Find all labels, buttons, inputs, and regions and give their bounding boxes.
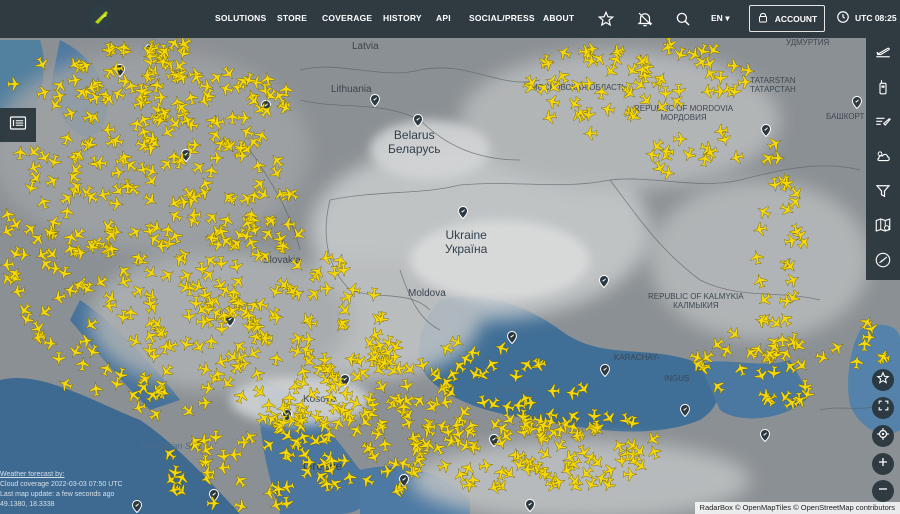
star-icon <box>876 370 890 390</box>
plane-wind-button[interactable] <box>866 107 900 142</box>
label-black-sea: Black Sea <box>494 384 535 394</box>
label-belarus-native: Беларусь <box>388 141 441 156</box>
label-mordovia-en: REPUBLIC OF MORDOVIA <box>634 104 734 113</box>
label-lithuania: Lithuania <box>331 84 372 95</box>
language-selector[interactable]: EN ▾ <box>711 13 729 24</box>
last-update-text: Last map update: a few seconds ago <box>0 491 115 498</box>
label-ukraine-en: Ukraine <box>445 228 487 242</box>
airport-pin-icon[interactable] <box>370 94 380 107</box>
map-layers-icon <box>874 216 892 239</box>
label-mordovia: REPUBLIC OF MORDOVIA МОРДОВИЯ <box>634 104 733 122</box>
flight-map[interactable]: Latvia Lithuania Belarus Беларусь Ukrain… <box>0 0 900 514</box>
radarbox-logo[interactable] <box>88 5 114 31</box>
utc-clock: UTC 08:25 <box>836 10 897 26</box>
zoom-in-icon <box>877 455 889 473</box>
airport-pin-icon[interactable] <box>507 331 517 344</box>
zoom-in-button[interactable] <box>872 453 894 475</box>
airport-pin-icon[interactable] <box>761 124 771 137</box>
list-panel-icon <box>9 115 27 136</box>
nav-about[interactable]: ABOUT <box>543 13 574 23</box>
star-icon[interactable] <box>597 10 615 28</box>
airport-pin-icon[interactable] <box>680 404 690 417</box>
fullscreen-button[interactable] <box>872 397 894 419</box>
clock-icon <box>836 10 850 26</box>
fullscreen-icon <box>877 399 890 417</box>
search-icon[interactable] <box>674 10 692 28</box>
chevron-down-icon: ▾ <box>725 13 730 23</box>
airport-pin-icon[interactable] <box>413 114 423 127</box>
weather-info: Weather forecast by: Cloud coverage 2022… <box>0 470 123 510</box>
label-belarus: Belarus Беларусь <box>388 128 441 157</box>
nav-store[interactable]: STORE <box>277 13 307 23</box>
locate-button[interactable] <box>872 425 894 447</box>
list-panel-button[interactable] <box>0 108 36 142</box>
airport-pin-icon[interactable] <box>132 500 142 513</box>
right-toolbar <box>866 38 900 280</box>
label-belarus-en: Belarus <box>393 128 435 142</box>
label-ukraine-native: Україна <box>445 241 488 256</box>
plane-departure-button[interactable] <box>866 38 900 73</box>
label-ukraine: Ukraine Україна <box>445 228 488 257</box>
nav-social-press[interactable]: SOCIAL/PRESS <box>469 13 535 23</box>
label-kalmykia: REPUBLIC OF KALMYKIA КАЛМЫКИЯ <box>648 292 744 310</box>
walkie-talkie-icon <box>874 78 892 101</box>
filter-icon <box>874 182 892 205</box>
account-label: ACCOUNT <box>774 13 818 24</box>
locate-icon <box>876 427 890 446</box>
weather-button[interactable] <box>866 142 900 177</box>
language-label: EN <box>711 13 723 23</box>
label-latvia: Latvia <box>352 41 379 52</box>
airport-pin-icon[interactable] <box>600 364 610 377</box>
top-navigation-bar: SOLUTIONS STORE COVERAGE HISTORY API SOC… <box>0 0 900 38</box>
label-ingush: INGUS <box>664 374 690 383</box>
cloud-coverage-text: Cloud coverage 2022-03-03 07:50 UTC <box>0 481 123 488</box>
label-tatarstan-en: TATARSTAN <box>750 76 796 85</box>
label-kalmykia-en: REPUBLIC OF KALMYKIA <box>648 292 744 301</box>
user-icon <box>757 12 769 26</box>
label-udmurtia: УДМУРТИЯ <box>786 38 830 47</box>
nav-api[interactable]: API <box>436 13 451 23</box>
label-kalmykia-native: КАЛМЫКИЯ <box>673 301 719 311</box>
airport-button[interactable] <box>866 245 900 280</box>
label-tatarstan-native: ТАТАРСТАН <box>750 85 796 95</box>
account-button[interactable]: ACCOUNT <box>749 5 825 32</box>
map-attribution: RadarBox © OpenMapTiles © OpenStreetMap … <box>694 502 900 514</box>
utc-time: UTC 08:25 <box>855 13 897 23</box>
weather-forecast-link[interactable]: Weather forecast by: <box>0 470 123 480</box>
filter-button[interactable] <box>866 176 900 211</box>
plane-departure-icon <box>874 44 892 67</box>
zoom-out-icon <box>877 482 889 500</box>
airport-pin-icon[interactable] <box>458 206 468 219</box>
airport-pin-icon[interactable] <box>760 429 770 442</box>
label-mordovia-native: МОРДОВИЯ <box>660 113 707 123</box>
label-tatarstan: TATARSTAN ТАТАРСТАН <box>750 76 796 94</box>
airport-icon <box>874 251 892 274</box>
favorites-map-button[interactable] <box>872 369 894 391</box>
nav-coverage[interactable]: COVERAGE <box>322 13 372 23</box>
airport-pin-icon[interactable] <box>852 96 862 109</box>
label-bashkortostan: БАШКОРТ <box>826 112 865 121</box>
plane-wind-icon <box>874 113 892 136</box>
label-moldova: Moldova <box>408 288 446 299</box>
coordinates-text: 49.1380, 18.3338 <box>0 501 55 508</box>
weather-icon <box>874 147 892 170</box>
nav-solutions[interactable]: SOLUTIONS <box>215 13 266 23</box>
zoom-out-button[interactable] <box>872 480 894 502</box>
bell-off-icon[interactable] <box>636 10 654 28</box>
nav-history[interactable]: HISTORY <box>383 13 422 23</box>
airport-pin-icon[interactable] <box>525 499 535 512</box>
radio-button[interactable] <box>866 73 900 108</box>
label-karachay: KARACHAY- <box>614 353 660 362</box>
airport-pin-icon[interactable] <box>599 275 609 288</box>
map-layers-button[interactable] <box>866 211 900 246</box>
